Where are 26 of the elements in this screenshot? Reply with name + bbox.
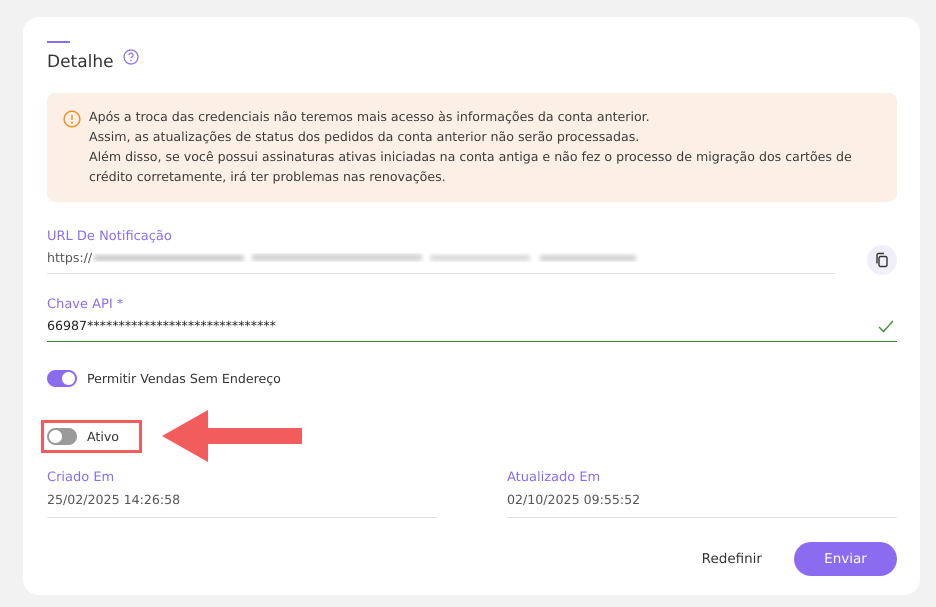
toggle-label: Ativo [87, 428, 119, 444]
warning-icon [63, 110, 81, 128]
field-value: 02/10/2025 09:55:52 [507, 491, 642, 509]
api-key-field[interactable]: Chave API * 66987****************************** [47, 296, 897, 342]
alert-text: Além disso, se você possui assinaturas ativas iniciadas na conta antiga e não fez o processo de migração dos cartões de crédito corretamente, irá ter problemas nas renovações. [89, 148, 853, 186]
copy-icon [874, 252, 890, 268]
toggle-label: Permitir Vendas Sem Endereço [87, 371, 281, 386]
field-label: Criado Em [47, 469, 116, 487]
field-label: Atualizado Em [507, 469, 602, 487]
url-field[interactable]: URL De Notificação https:// [47, 228, 835, 274]
alert-text: Assim, as atualizações de status dos pedidos da conta anterior não serão processadas. [89, 128, 640, 146]
toggle-switch[interactable] [47, 370, 77, 387]
field-label: Chave API * [47, 296, 124, 314]
reset-button[interactable]: Redefinir [696, 543, 768, 575]
section-title: Detalhe [47, 51, 114, 73]
check-icon [878, 320, 894, 332]
alert-text: Após a troca das credenciais não teremos mais acesso às informações da conta anterior. [89, 108, 651, 126]
toggle-switch[interactable] [47, 428, 77, 444]
title-accent-line [47, 41, 70, 43]
field-value: 25/02/2025 14:26:58 [47, 491, 182, 509]
copy-button[interactable] [867, 245, 897, 275]
field-label: URL De Notificação [47, 228, 173, 246]
field-value: 66987****************************** [47, 317, 277, 335]
field-value: https:// [47, 249, 92, 267]
help-icon[interactable] [122, 49, 139, 65]
submit-button[interactable]: Enviar [794, 542, 897, 576]
